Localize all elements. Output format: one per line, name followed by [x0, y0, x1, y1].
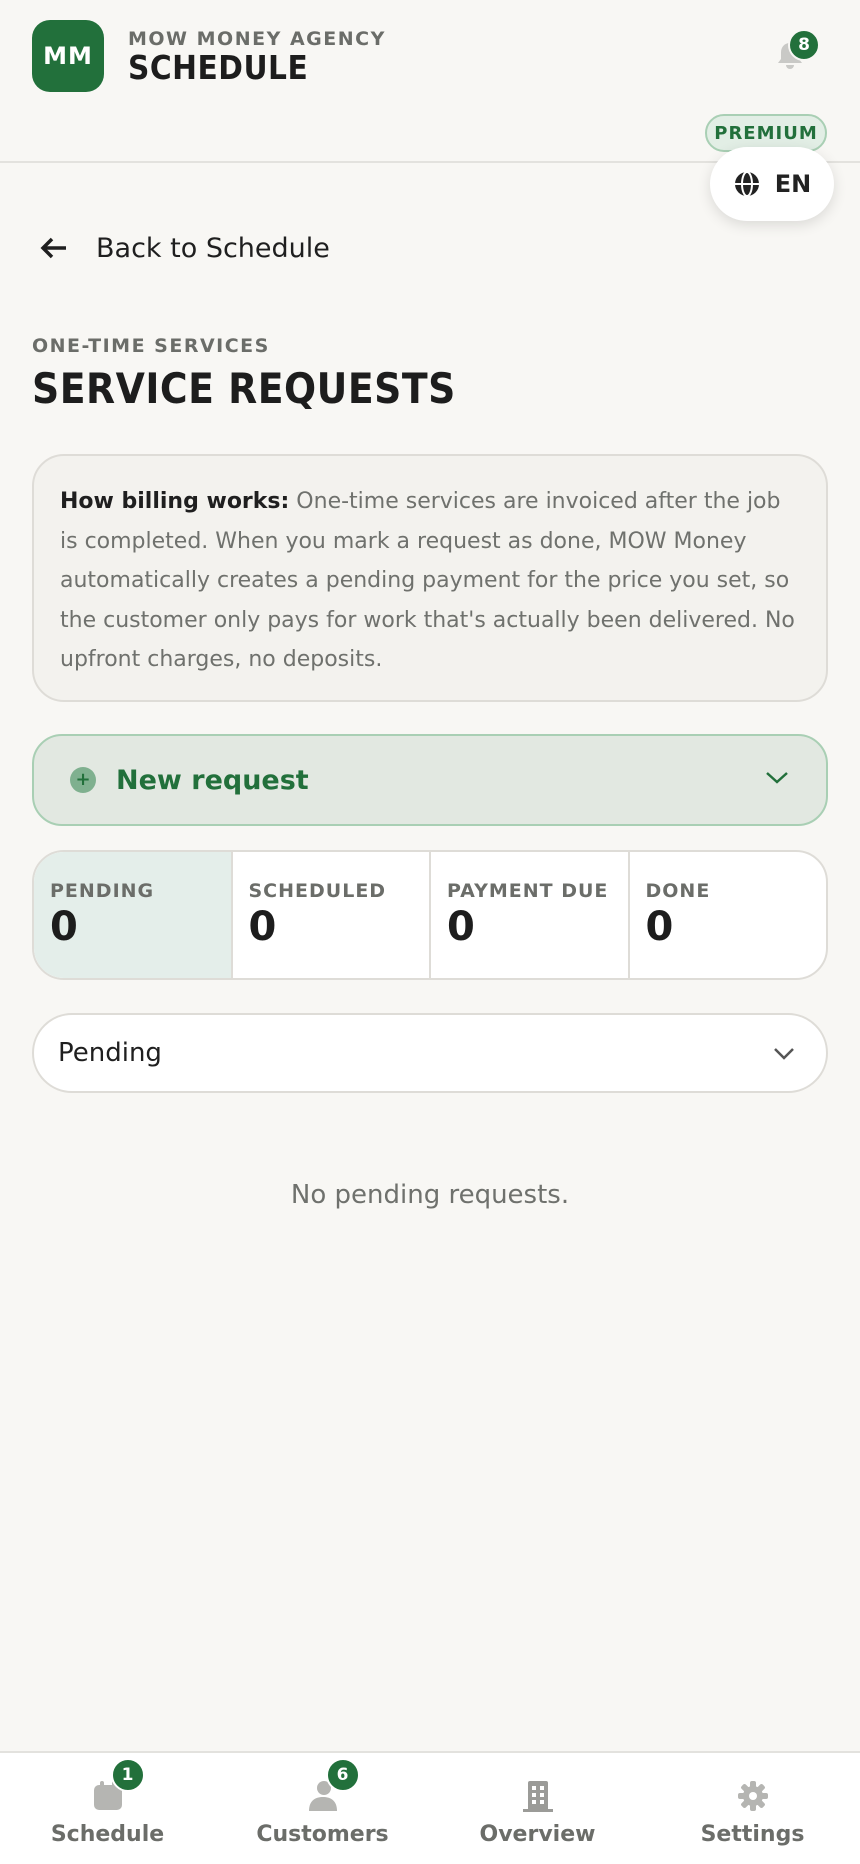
- page-title: SERVICE REQUESTS: [32, 364, 456, 413]
- empty-state-message: No pending requests.: [290, 1180, 570, 1210]
- page-eyebrow: ONE-TIME SERVICES: [32, 335, 270, 357]
- nav-label: Overview: [479, 1822, 596, 1847]
- stat-value: 0: [50, 904, 78, 950]
- plus-icon: +: [70, 767, 96, 793]
- chevron-down-icon: [774, 1048, 794, 1060]
- billing-info-box: How billing works: One-time services are…: [32, 454, 828, 702]
- nav-badge: 6: [325, 1758, 360, 1792]
- app-header: MM MOW MONEY AGENCY SCHEDULE 8 PREMIUM: [0, 0, 860, 163]
- globe-icon: [734, 171, 759, 197]
- stat-value: 0: [447, 904, 475, 950]
- new-request-label: New request: [116, 764, 309, 796]
- nav-label: Settings: [700, 1822, 805, 1847]
- arrow-left-icon: [40, 237, 66, 259]
- language-code: EN: [774, 170, 812, 198]
- app-title: SCHEDULE: [128, 48, 309, 87]
- billing-info-text: One-time services are invoiced after the…: [60, 489, 795, 672]
- stat-label: DONE: [645, 880, 711, 902]
- notification-count-badge: 8: [788, 29, 820, 61]
- status-filter-select[interactable]: Pending: [32, 1013, 828, 1093]
- nav-item-settings[interactable]: Settings: [645, 1753, 860, 1864]
- stat-payment-due[interactable]: PAYMENT DUE 0: [429, 852, 628, 978]
- nav-item-customers[interactable]: 6 Customers: [215, 1753, 430, 1864]
- nav-item-schedule[interactable]: 1 Schedule: [0, 1753, 215, 1864]
- stat-value: 0: [645, 904, 674, 950]
- stat-scheduled[interactable]: SCHEDULED 0: [230, 852, 430, 978]
- agency-name: MOW MONEY AGENCY: [128, 28, 386, 50]
- stat-done[interactable]: DONE 0: [627, 852, 827, 978]
- nav-item-overview[interactable]: Overview: [430, 1753, 645, 1864]
- back-to-schedule-link[interactable]: Back to Schedule: [40, 226, 330, 270]
- stat-label: PAYMENT DUE: [447, 880, 609, 902]
- language-switcher[interactable]: EN: [710, 147, 834, 221]
- building-icon: [522, 1781, 553, 1812]
- chevron-down-icon: [766, 772, 788, 784]
- billing-info-heading: How billing works:: [60, 489, 290, 514]
- status-stats: PENDING 0 SCHEDULED 0 PAYMENT DUE 0 DONE…: [32, 850, 828, 980]
- nav-label: Schedule: [50, 1822, 165, 1847]
- nav-label: Customers: [256, 1822, 389, 1847]
- stat-label: PENDING: [50, 880, 155, 902]
- gear-icon: [737, 1781, 768, 1811]
- nav-badge: 1: [110, 1758, 145, 1792]
- stat-value: 0: [248, 904, 277, 950]
- back-link-label: Back to Schedule: [96, 232, 330, 264]
- stat-label: SCHEDULED: [248, 880, 387, 902]
- bottom-nav: 1 Schedule 6 Customers Overview Settings: [0, 1751, 860, 1864]
- status-filter-value: Pending: [58, 1038, 162, 1068]
- agency-logo[interactable]: MM: [32, 20, 104, 92]
- stat-pending[interactable]: PENDING 0: [34, 852, 231, 978]
- new-request-toggle[interactable]: + New request: [32, 734, 828, 826]
